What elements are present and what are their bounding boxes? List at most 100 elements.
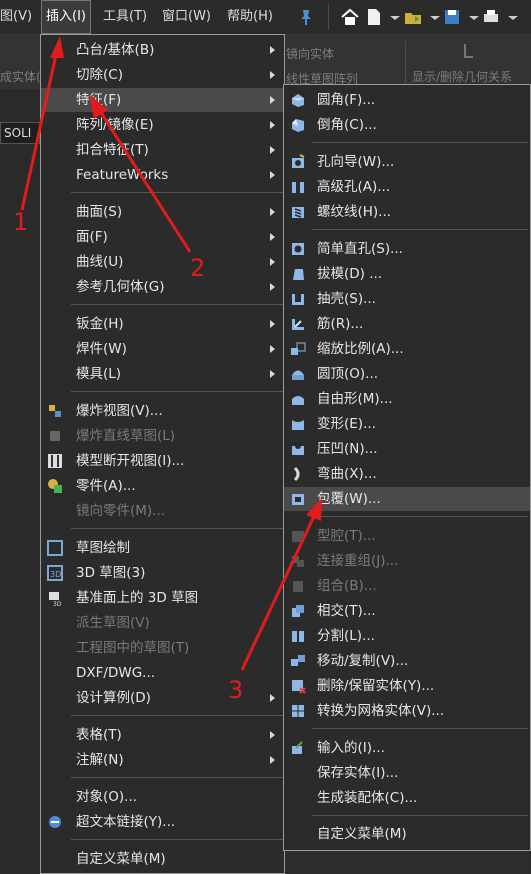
feature-item-flex[interactable]: 弯曲(X)... <box>284 462 530 486</box>
feature-item-shell[interactable]: 抽壳(S)... <box>284 287 530 311</box>
insert-item-part[interactable]: 零件(A)... <box>41 474 284 498</box>
hyperlink-icon <box>49 816 61 828</box>
print-icon[interactable] <box>481 7 501 27</box>
insert-item-design-study[interactable]: 设计算例(D) <box>41 686 284 710</box>
insert-item-object[interactable]: 对象(O)... <box>41 785 284 809</box>
pin-icon[interactable] <box>296 7 316 27</box>
flex-icon <box>293 466 300 482</box>
feature-item-deform[interactable]: 变形(E)... <box>284 412 530 436</box>
dome-icon <box>292 370 304 380</box>
menu-separator <box>71 715 283 716</box>
chevron-down-icon[interactable] <box>503 7 523 27</box>
insert-item-hyperlink[interactable]: 超文本链接(Y)... <box>41 810 284 834</box>
3d-sketch-plane-icon: 3D <box>49 592 62 606</box>
combine-icon <box>293 581 303 592</box>
save-icon[interactable] <box>442 7 462 27</box>
insert-item-sketch[interactable]: 草图绘制 <box>41 536 284 560</box>
3d-sketch-icon: 3D <box>47 565 63 581</box>
feature-item-rib[interactable]: 筋(R)... <box>284 312 530 336</box>
feature-item-save-body[interactable]: 保存实体(I)... <box>284 761 530 785</box>
insert-item-fastening[interactable]: 扣合特征(T) <box>41 138 284 162</box>
insert-item-surface[interactable]: 曲面(S) <box>41 200 284 224</box>
shell-icon <box>292 294 304 305</box>
feature-item-create-assembly[interactable]: 生成装配体(C)... <box>284 786 530 810</box>
join-icon <box>292 556 304 567</box>
deform-icon <box>292 420 304 430</box>
left-panel <box>0 89 40 874</box>
feature-item-wrap[interactable]: 包覆(W)... <box>284 487 530 511</box>
menu-window[interactable]: 窗口(W) <box>162 0 211 34</box>
feature-item-convert-mesh[interactable]: 转换为网格实体(V)... <box>284 699 530 723</box>
feature-item-fillet[interactable]: 圆角(F)... <box>284 88 530 112</box>
insert-item-3d-sketch[interactable]: 3D 3D 草图(3) <box>41 561 284 585</box>
feature-item-freeform[interactable]: 自由形(M)... <box>284 387 530 411</box>
simple-hole-icon <box>292 243 304 255</box>
split-icon <box>292 631 304 642</box>
menu-separator <box>71 528 283 529</box>
explode-view-icon <box>49 405 61 417</box>
insert-item-molds[interactable]: 模具(L) <box>41 362 284 386</box>
menu-separator <box>71 391 283 392</box>
toolbar-label[interactable]: 镜向实体 <box>286 45 334 62</box>
fillet-icon <box>292 94 304 107</box>
feature-item-simple-hole[interactable]: 简单直孔(S)... <box>284 237 530 261</box>
menu-help[interactable]: 帮助(H) <box>227 0 273 34</box>
chamfer-icon <box>292 119 304 132</box>
part-icon <box>48 479 62 493</box>
indent-icon <box>292 443 304 455</box>
insert-item-reference-geometry[interactable]: 参考几何体(G) <box>41 275 284 299</box>
imported-icon <box>292 741 303 754</box>
insert-item-annotations[interactable]: 注解(N) <box>41 748 284 772</box>
home-icon[interactable] <box>340 7 360 27</box>
feature-item-advanced-hole[interactable]: 高级孔(A)... <box>284 175 530 199</box>
open-folder-icon[interactable] <box>403 7 423 27</box>
insert-item-pattern[interactable]: 阵列/镜像(E) <box>41 113 284 137</box>
feature-item-thread[interactable]: 螺纹线(H)... <box>284 200 530 224</box>
chevron-down-icon[interactable] <box>385 7 405 27</box>
relation-icon[interactable] <box>457 41 479 63</box>
feature-item-customize-menu[interactable]: 自定义菜单(M) <box>284 822 530 846</box>
svg-text:3D: 3D <box>50 570 61 579</box>
insert-item-exploded-view[interactable]: 爆炸视图(V)... <box>41 399 284 423</box>
thread-icon <box>292 207 304 218</box>
feature-item-dome[interactable]: 圆顶(O)... <box>284 362 530 386</box>
insert-item-featureworks[interactable]: FeatureWorks <box>41 163 284 187</box>
insert-item-explode-line: 爆炸直线草图(L) <box>41 424 284 448</box>
insert-item-face[interactable]: 面(F) <box>41 225 284 249</box>
freeform-icon <box>292 396 304 405</box>
insert-item-3d-sketch-plane[interactable]: 3D 基准面上的 3D 草图 <box>41 586 284 610</box>
annotation-label-2: 2 <box>190 254 206 282</box>
feature-item-chamfer[interactable]: 倒角(C)... <box>284 113 530 137</box>
insert-item-boss[interactable]: 凸台/基体(B) <box>41 38 284 62</box>
feature-item-move-copy[interactable]: 移动/复制(V)... <box>284 649 530 673</box>
insert-item-break-view[interactable]: 模型断开视图(I)... <box>41 449 284 473</box>
features-submenu: 圆角(F)... 倒角(C)... 孔向导(W)... 高级孔(A)... 螺纹… <box>283 84 531 851</box>
feature-item-delete-body[interactable]: 删除/保留实体(Y)... <box>284 674 530 698</box>
menu-view[interactable]: 图(V) <box>0 0 32 34</box>
feature-item-hole-wizard[interactable]: 孔向导(W)... <box>284 150 530 174</box>
cavity-icon <box>292 531 304 542</box>
menu-insert[interactable]: 插入(I) <box>41 0 91 34</box>
menu-separator <box>312 728 528 729</box>
toolbar-label[interactable]: 显示/删除几何关系 <box>412 68 512 85</box>
feature-item-split[interactable]: 分割(L)... <box>284 624 530 648</box>
solidworks-tab[interactable]: SOLI <box>0 122 40 144</box>
insert-item-customize-menu[interactable]: 自定义菜单(M) <box>41 847 284 871</box>
feature-item-draft[interactable]: 拔模(D) ... <box>284 262 530 286</box>
new-document-icon[interactable] <box>364 7 384 27</box>
menu-separator <box>312 516 528 517</box>
feature-item-scale[interactable]: 缩放比例(A)... <box>284 337 530 361</box>
feature-item-indent[interactable]: 压凹(N)... <box>284 437 530 461</box>
advanced-hole-icon <box>292 182 304 193</box>
insert-item-cut[interactable]: 切除(C) <box>41 63 284 87</box>
insert-item-dxf-dwg[interactable]: DXF/DWG... <box>41 661 284 685</box>
insert-item-features[interactable]: 特征(F) <box>41 88 284 112</box>
insert-item-tables[interactable]: 表格(T) <box>41 723 284 747</box>
menu-tools[interactable]: 工具(T) <box>103 0 147 34</box>
feature-item-imported[interactable]: 输入的(I)... <box>284 736 530 760</box>
insert-item-sheet-metal[interactable]: 钣金(H) <box>41 312 284 336</box>
insert-item-weldments[interactable]: 焊件(W) <box>41 337 284 361</box>
insert-item-curve[interactable]: 曲线(U) <box>41 250 284 274</box>
feature-item-intersect[interactable]: 相交(T)... <box>284 599 530 623</box>
feature-item-combine: 组合(B)... <box>284 574 530 598</box>
